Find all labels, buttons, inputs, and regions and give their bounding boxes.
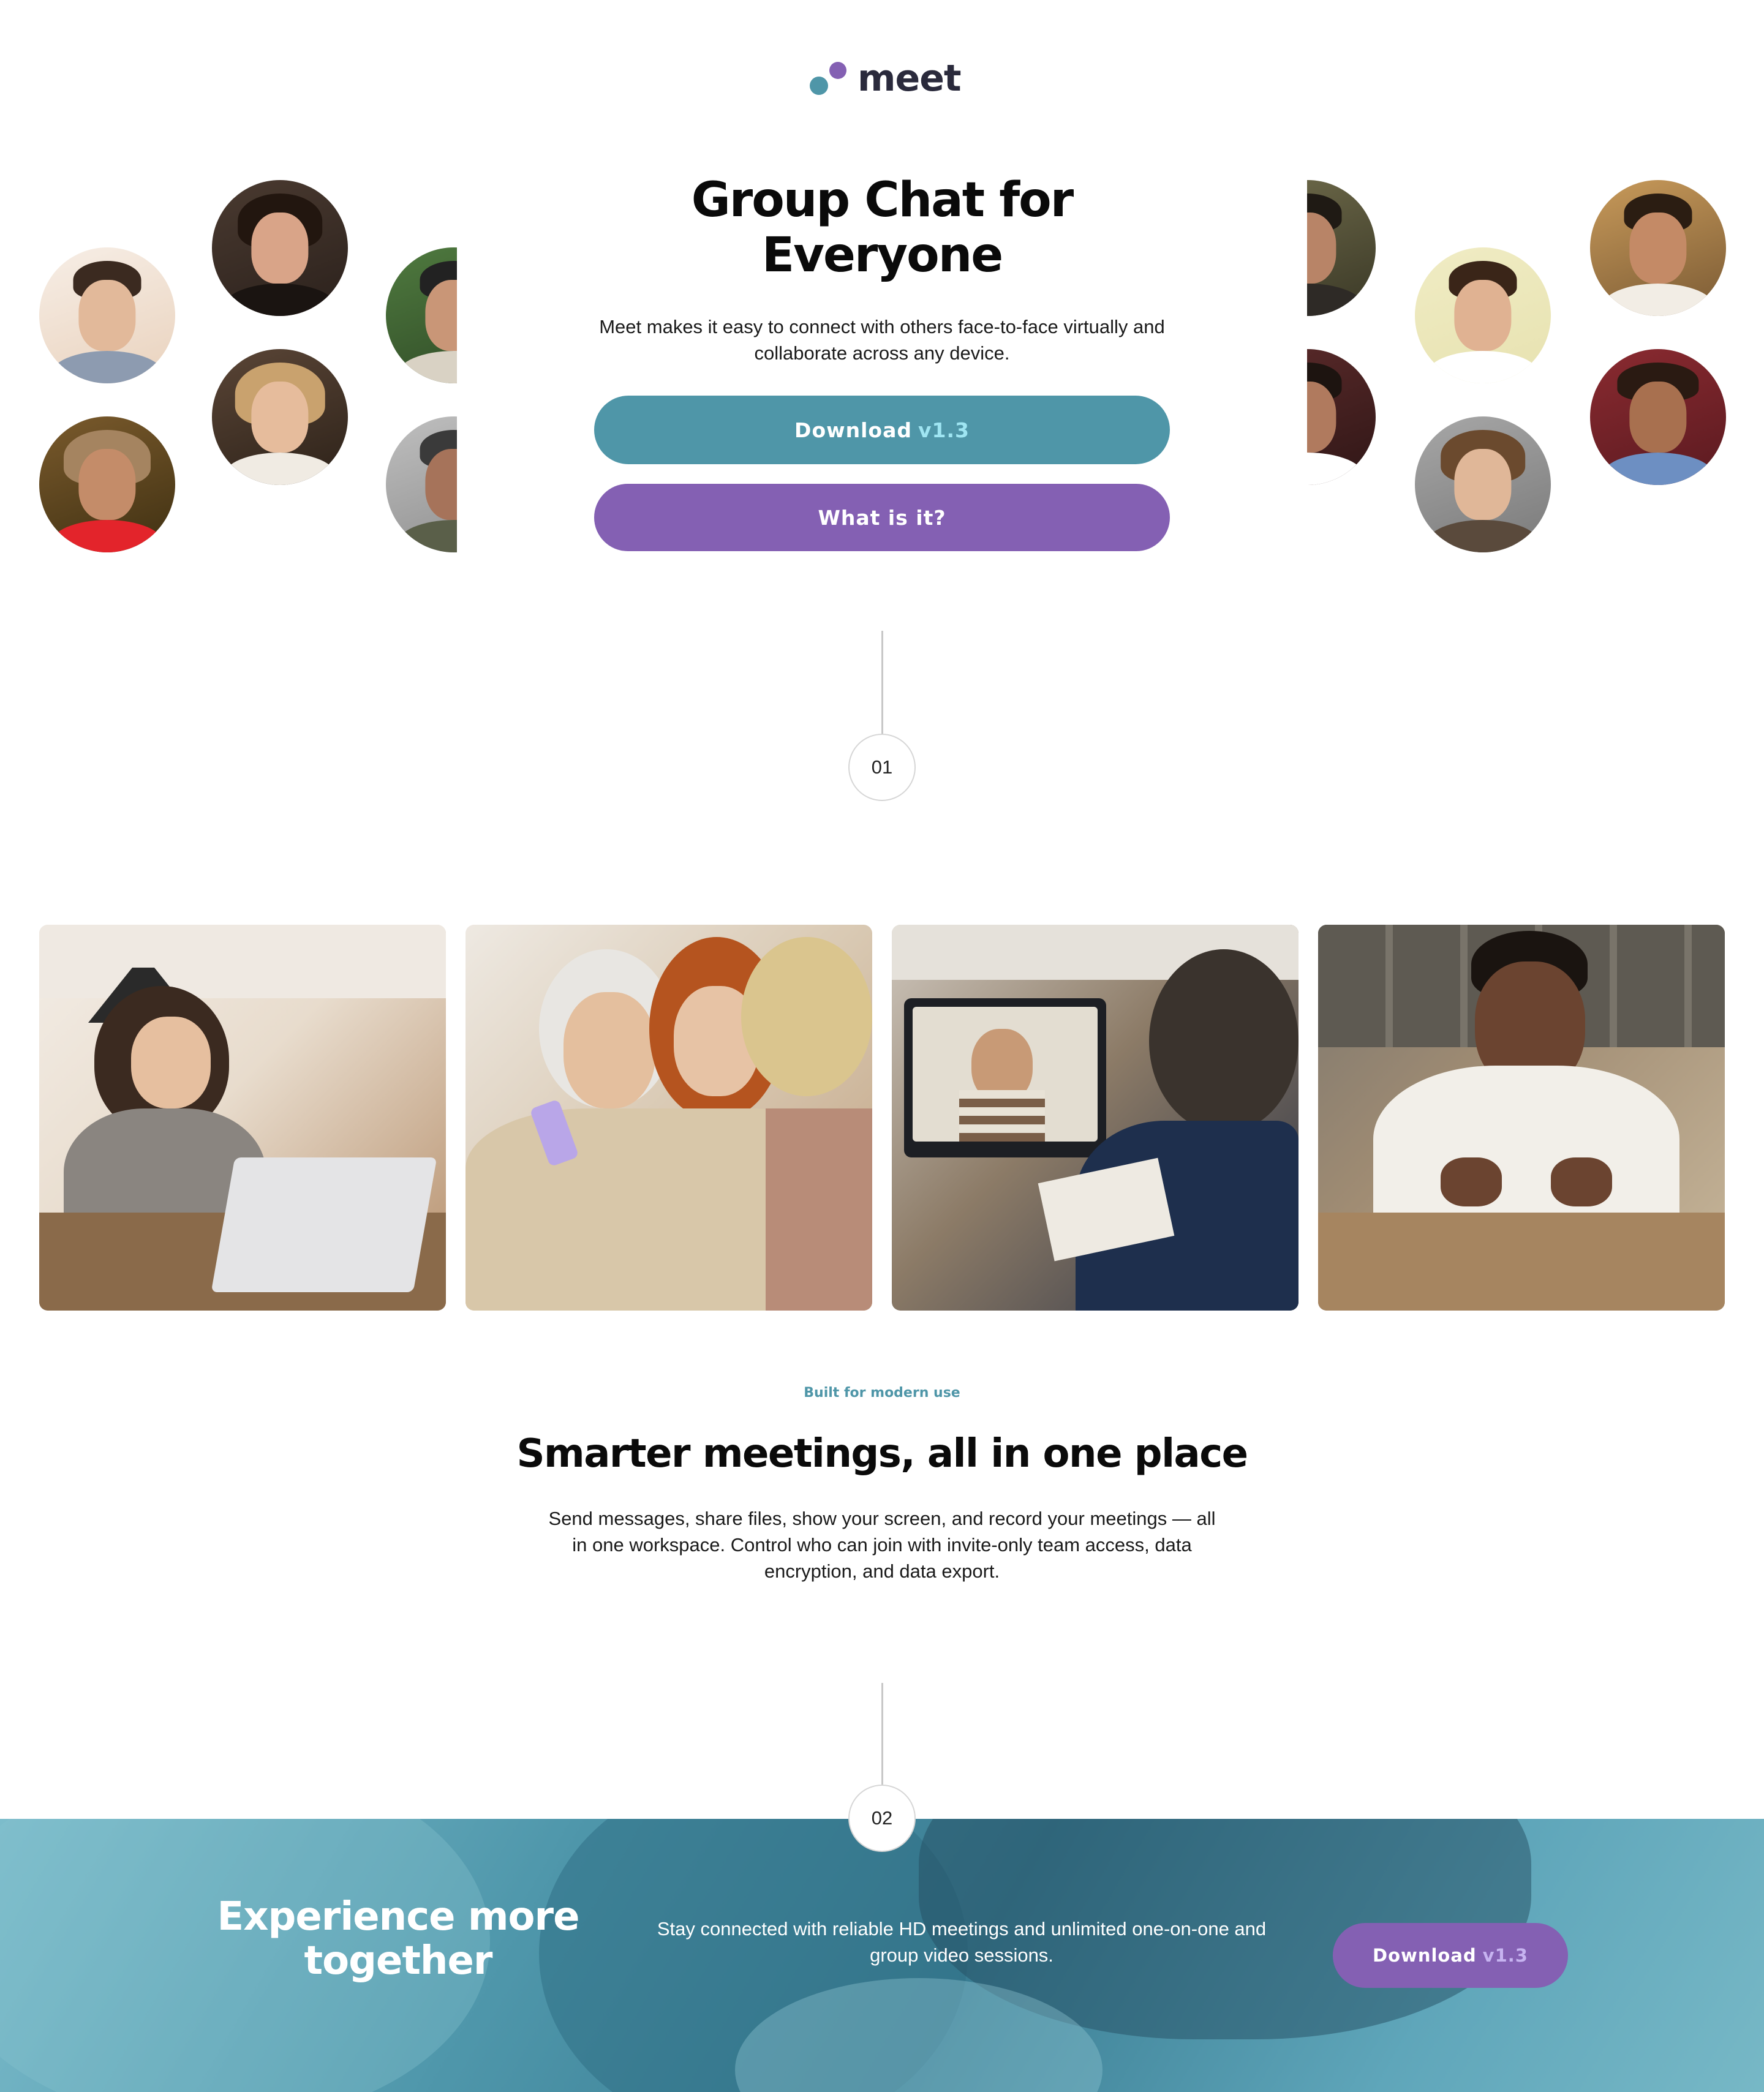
step-marker-02: 02 [848, 1785, 916, 1852]
avatar [1590, 180, 1726, 316]
hero-subtitle: Meet makes it easy to connect with other… [599, 316, 1165, 364]
cta-download-label: Download [1373, 1945, 1477, 1966]
avatar [1415, 247, 1551, 383]
photo-man-phone [1318, 925, 1725, 1311]
step-number: 01 [871, 756, 893, 778]
photo-woman-laptop [39, 925, 446, 1311]
step-connector-line [881, 1683, 883, 1785]
step-number: 02 [871, 1807, 893, 1829]
what-is-it-button[interactable]: What is it? [594, 484, 1170, 551]
avatar [386, 247, 457, 383]
features-title: Smarter meetings, all in one place [516, 1431, 1248, 1477]
download-version: v1.3 [918, 418, 970, 442]
cta-download-version: v1.3 [1482, 1945, 1528, 1966]
avatar [386, 416, 457, 552]
cta-body: Stay connected with reliable HD meetings… [657, 1918, 1267, 1966]
logo-wordmark: meet [858, 57, 962, 100]
avatar [1415, 416, 1551, 552]
logo-mark-icon [809, 58, 849, 99]
cta-title: Experience more together [217, 1894, 580, 1984]
step-marker-01: 01 [848, 734, 916, 801]
avatar [1307, 180, 1376, 316]
photo-man-video-call [892, 925, 1298, 1311]
avatar [212, 349, 348, 485]
avatar [1590, 349, 1726, 485]
meet-logo[interactable]: meet [809, 54, 962, 103]
download-button[interactable]: Download v1.3 [594, 396, 1170, 464]
avatar [212, 180, 348, 316]
hero-title: Group Chat for Everyone [691, 173, 1074, 283]
cta-download-button[interactable]: Download v1.3 [1333, 1923, 1568, 1988]
features-eyebrow: Built for modern use [804, 1385, 960, 1401]
download-button-label: Download [794, 418, 912, 442]
features-body: Send messages, share files, show your sc… [548, 1508, 1216, 1582]
what-is-it-label: What is it? [818, 505, 946, 530]
step-connector-line [881, 631, 883, 734]
photo-three-women-phone [466, 925, 872, 1311]
avatar-cluster-right [1307, 159, 1764, 563]
avatar [1307, 349, 1376, 485]
avatar-cluster-left [0, 159, 457, 563]
avatar [39, 247, 175, 383]
avatar [39, 416, 175, 552]
